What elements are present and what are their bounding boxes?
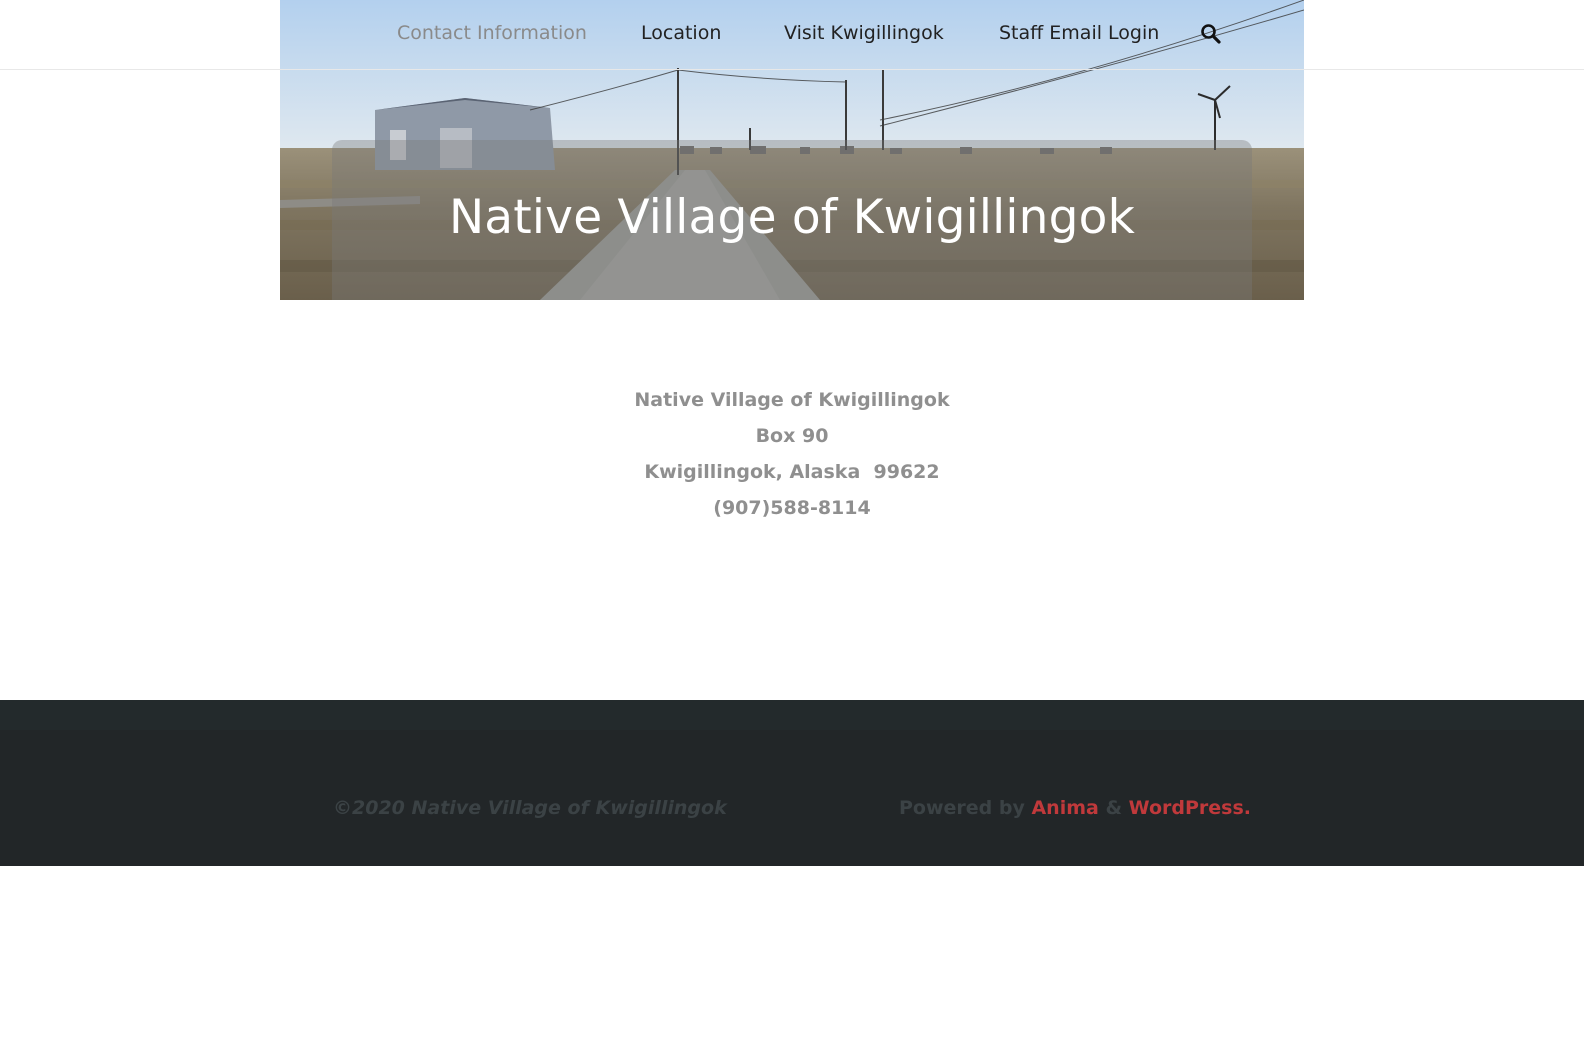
site-footer: ©2020 Native Village of Kwigillingok Pow… — [0, 700, 1584, 866]
powered-by-label: Powered by — [898, 797, 1025, 819]
ampersand-text: & — [1105, 797, 1123, 819]
footer-widget-area — [0, 700, 1584, 730]
nav-item-visit-kwigillingok[interactable]: Visit Kwigillingok — [784, 22, 944, 44]
nav-item-staff-email-login[interactable]: Staff Email Login — [999, 22, 1159, 44]
powered-by-credit: Powered by Anima & WordPress. — [899, 797, 1251, 819]
header-divider — [0, 69, 1584, 70]
nav-item-contact-information[interactable]: Contact Information — [397, 22, 587, 44]
anima-link[interactable]: Anima — [1031, 797, 1098, 819]
contact-details: Native Village of Kwigillingok Box 90 Kw… — [0, 382, 1584, 526]
contact-organization: Native Village of Kwigillingok — [634, 389, 950, 411]
search-icon[interactable] — [1200, 23, 1224, 47]
site-title[interactable]: Native Village of Kwigillingok — [332, 190, 1252, 245]
nav-item-location[interactable]: Location — [641, 22, 721, 44]
contact-po-box: Box 90 — [755, 425, 829, 447]
site-title-panel: Native Village of Kwigillingok — [332, 140, 1252, 300]
contact-phone: (907)588-8114 — [713, 497, 871, 519]
copyright-text: ©2020 Native Village of Kwigillingok — [333, 797, 727, 819]
main-navigation: Contact Information Location Visit Kwigi… — [280, 0, 1304, 69]
contact-city-state-zip: Kwigillingok, Alaska 99622 — [644, 461, 940, 483]
wordpress-link[interactable]: WordPress. — [1129, 797, 1251, 819]
